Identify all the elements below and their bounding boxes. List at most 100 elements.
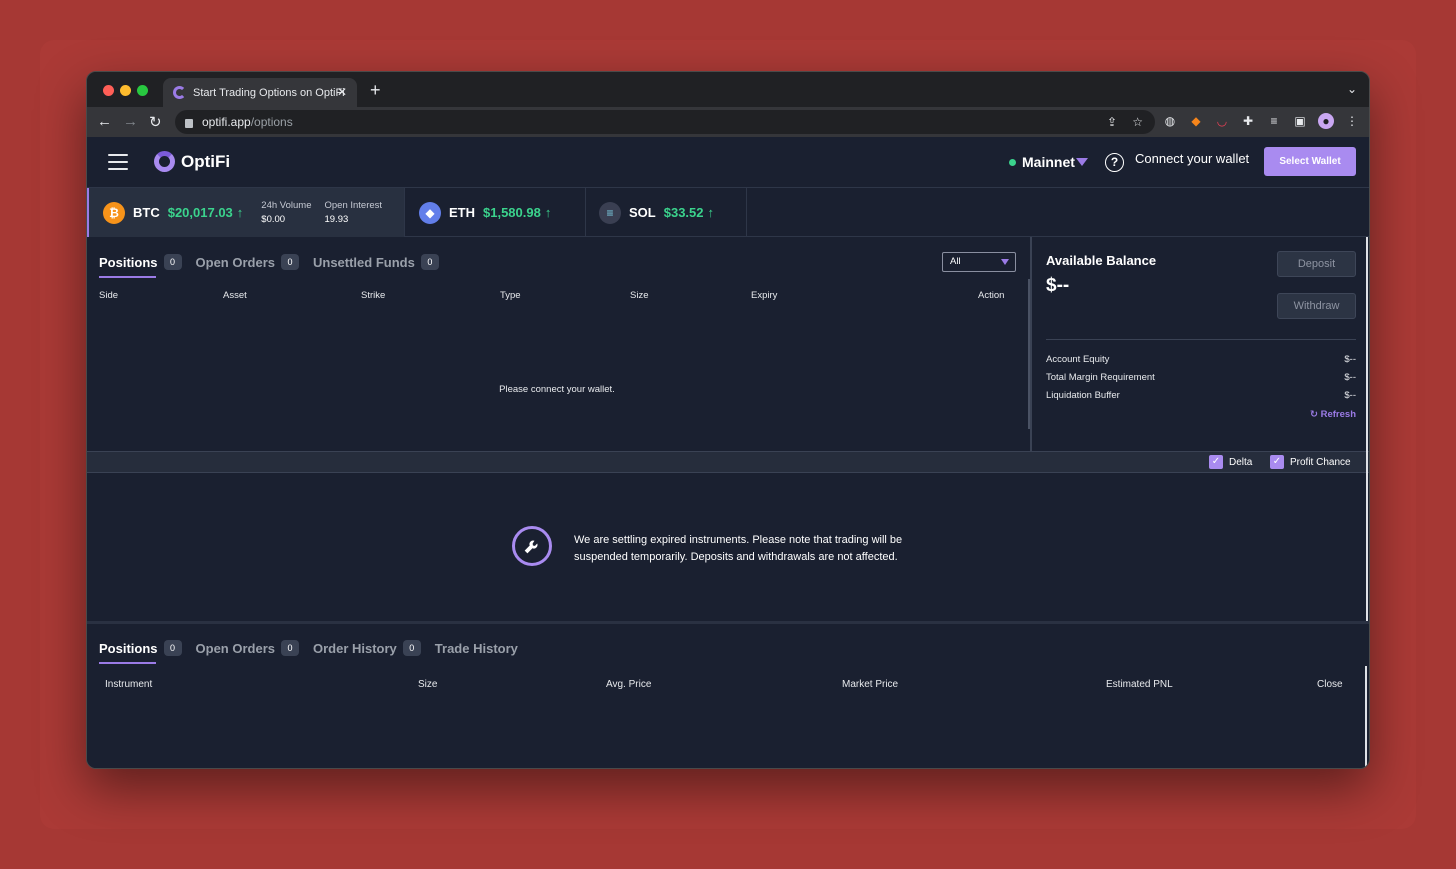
- bitcoin-icon: ₿: [103, 201, 125, 224]
- filter-select[interactable]: All: [942, 252, 1016, 272]
- help-icon[interactable]: ?: [1105, 153, 1124, 172]
- column-market-price: Market Price: [842, 679, 899, 690]
- tab-label: Unsettled Funds: [312, 254, 415, 270]
- notice-line-1: We are settling expired instruments. Ple…: [574, 534, 903, 546]
- address-bar[interactable]: optifi.app/options ⇪ ☆: [175, 110, 1155, 134]
- url-host: optifi.app: [202, 115, 251, 129]
- hamburger-menu-icon[interactable]: [108, 154, 128, 170]
- profit-chance-checkbox[interactable]: ✓ Profit Chance: [1270, 455, 1351, 469]
- tab-search-chevron-icon[interactable]: ⌄: [1347, 82, 1357, 96]
- deposit-button[interactable]: Deposit: [1277, 251, 1356, 277]
- refresh-label: Refresh: [1320, 409, 1356, 420]
- maximize-window-button[interactable]: [137, 85, 148, 96]
- ethereum-icon: ◆: [419, 201, 441, 224]
- display-options-bar: ✓ Delta ✓ Profit Chance: [87, 451, 1369, 473]
- page-scrollbar[interactable]: [1366, 237, 1368, 621]
- extensions-puzzle-icon[interactable]: ✚: [1240, 113, 1256, 129]
- lock-icon: [185, 118, 193, 128]
- count-badge: 0: [420, 254, 439, 270]
- available-balance-amount: $--: [1046, 275, 1070, 296]
- filter-selected-value: All: [950, 256, 961, 267]
- metamask-fox-icon[interactable]: ◆: [1188, 113, 1204, 129]
- tab-positions[interactable]: Positions 0: [99, 254, 182, 278]
- ticker-btc[interactable]: ₿ BTC $20,017.03 ↑ 24h Volume $0.00 Open…: [87, 188, 405, 237]
- column-close: Close: [1317, 679, 1343, 690]
- notice-message: We are settling expired instruments. Ple…: [574, 532, 934, 566]
- optifi-favicon-icon: [173, 86, 186, 99]
- column-avg-price: Avg. Price: [606, 679, 652, 690]
- tab-label: Positions: [99, 640, 158, 656]
- checkmark-icon: ✓: [1270, 455, 1284, 469]
- row-value: $--: [1344, 354, 1356, 365]
- profile-avatar[interactable]: ●: [1318, 113, 1334, 129]
- forward-arrow-icon[interactable]: →: [123, 113, 138, 130]
- ticker-symbol: SOL: [629, 205, 656, 220]
- balance-panel: Available Balance $-- Deposit Withdraw A…: [1032, 237, 1369, 451]
- pocket-icon[interactable]: ◡: [1214, 113, 1230, 129]
- tab-label: Positions: [99, 254, 158, 270]
- url-path: /options: [250, 115, 293, 129]
- tab-order-history[interactable]: Order History 0: [313, 640, 421, 656]
- account-equity-row: Account Equity $--: [1046, 354, 1356, 365]
- refresh-link[interactable]: ↻ Refresh: [1310, 409, 1356, 420]
- browser-tab[interactable]: Start Trading Options on OptiFi ✕: [163, 78, 357, 107]
- open-interest-label: Open Interest: [324, 200, 383, 211]
- tab-label: Order History: [312, 640, 397, 656]
- tab-positions[interactable]: Positions 0: [99, 640, 182, 664]
- tab-label: Trade History: [434, 640, 518, 656]
- close-window-button[interactable]: [103, 85, 114, 96]
- ticker-symbol: BTC: [133, 205, 160, 220]
- scrollbar[interactable]: [1365, 666, 1367, 768]
- chevron-down-icon: [1001, 259, 1009, 265]
- tab-open-orders[interactable]: Open Orders 0: [196, 254, 299, 270]
- count-badge: 0: [163, 254, 182, 270]
- count-badge: 0: [280, 254, 299, 270]
- bookmark-star-icon[interactable]: ☆: [1132, 115, 1143, 129]
- tab-close-icon[interactable]: ✕: [337, 85, 347, 99]
- tab-unsettled-funds[interactable]: Unsettled Funds 0: [313, 254, 439, 270]
- logo-text: OptiFi: [181, 152, 231, 171]
- network-selector[interactable]: Mainnet: [1022, 154, 1075, 170]
- notice-line-2: suspended temporarily. Deposits and with…: [574, 551, 898, 563]
- new-tab-button[interactable]: +: [370, 80, 381, 101]
- network-caret-icon[interactable]: [1076, 158, 1088, 166]
- column-instrument: Instrument: [105, 679, 153, 690]
- liquidation-buffer-row: Liquidation Buffer $--: [1046, 390, 1356, 401]
- ticker-price: $33.52: [663, 205, 704, 220]
- checkbox-label: Delta: [1229, 456, 1253, 468]
- solana-icon: ≡: [599, 201, 621, 224]
- count-badge: 0: [402, 640, 421, 656]
- column-strike: Strike: [361, 290, 386, 301]
- tab-open-orders[interactable]: Open Orders 0: [196, 640, 299, 656]
- reading-list-icon[interactable]: ≡: [1266, 113, 1282, 129]
- browser-toolbar: ← → ↻ optifi.app/options ⇪ ☆ ◍ ◆ ◡ ✚ ≡ ▣…: [87, 107, 1369, 137]
- back-arrow-icon[interactable]: ←: [97, 113, 112, 130]
- select-wallet-button[interactable]: Select Wallet: [1264, 147, 1356, 176]
- side-panel-icon[interactable]: ▣: [1292, 113, 1308, 129]
- count-badge: 0: [163, 640, 182, 656]
- checkbox-label: Profit Chance: [1290, 456, 1351, 468]
- app-header: OptiFi Mainnet ? Connect your wallet Sel…: [87, 137, 1369, 188]
- extension-globe-icon[interactable]: ◍: [1162, 113, 1178, 129]
- column-type: Type: [500, 290, 521, 301]
- row-label: Account Equity: [1046, 354, 1110, 365]
- delta-checkbox[interactable]: ✓ Delta: [1209, 455, 1252, 469]
- reload-icon[interactable]: ↻: [149, 113, 162, 131]
- checkmark-icon: ✓: [1209, 455, 1223, 469]
- tab-trade-history[interactable]: Trade History: [435, 641, 518, 656]
- ticker-sol[interactable]: ≡ SOL $33.52 ↑: [586, 188, 747, 237]
- row-label: Total Margin Requirement: [1046, 372, 1155, 383]
- minimize-window-button[interactable]: [120, 85, 131, 96]
- tab-title: Start Trading Options on OptiFi: [193, 86, 345, 99]
- open-interest-stat: Open Interest 19.93: [324, 200, 382, 225]
- share-icon[interactable]: ⇪: [1107, 115, 1117, 129]
- column-size: Size: [418, 679, 438, 690]
- optifi-logo-icon: [154, 151, 175, 172]
- withdraw-button[interactable]: Withdraw: [1277, 293, 1356, 319]
- browser-menu-icon[interactable]: ⋮: [1344, 113, 1360, 129]
- tab-label: Open Orders: [195, 640, 275, 656]
- network-status-dot: [1009, 159, 1016, 166]
- ticker-eth[interactable]: ◆ ETH $1,580.98 ↑: [405, 188, 586, 237]
- margin-requirement-row: Total Margin Requirement $--: [1046, 372, 1356, 383]
- column-action: Action: [978, 290, 1005, 301]
